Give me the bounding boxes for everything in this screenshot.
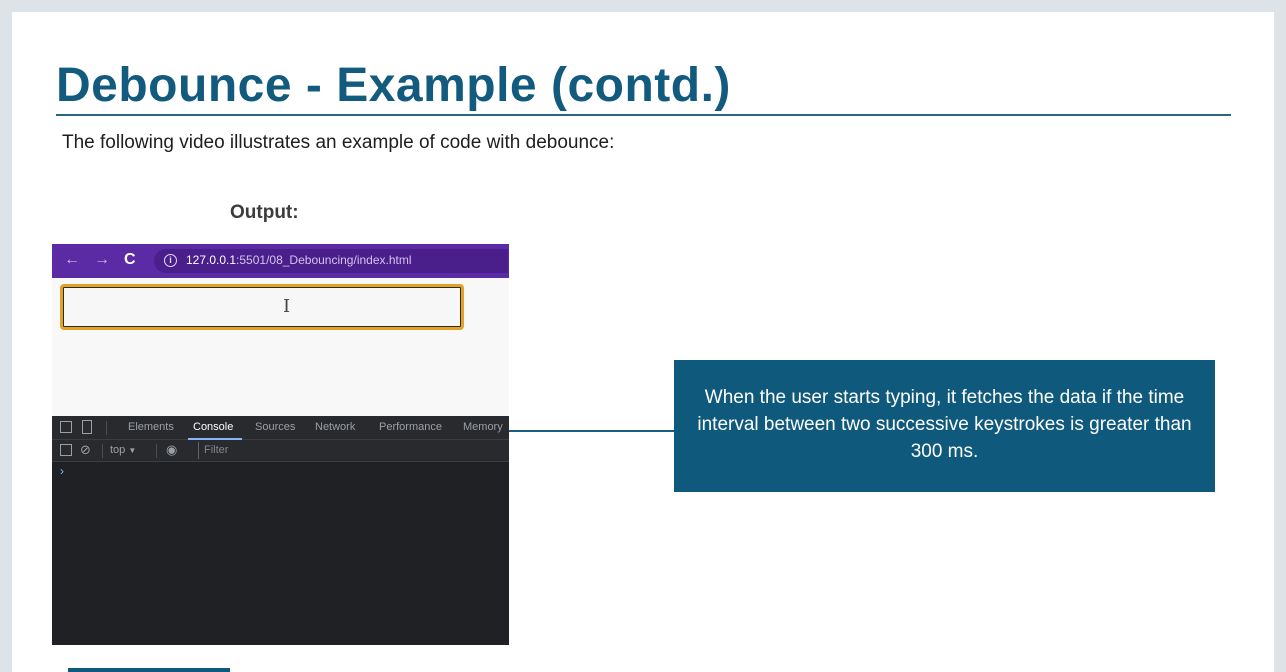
devtools-tabbar: Elements Console Sources Network Perform… [52,416,509,440]
eye-icon[interactable]: ◉ [166,442,177,458]
inspect-element-icon[interactable] [60,421,72,433]
chevron-down-icon: ▼ [128,446,137,455]
slide-title: Debounce - Example (contd.) [56,59,731,112]
callout-box: When the user starts typing, it fetches … [674,360,1215,492]
video-player[interactable]: ← → C i 127.0.0.1:5501/08_Debouncing/ind… [52,244,509,645]
info-icon[interactable]: i [164,254,177,267]
text-cursor-icon: I [283,296,291,317]
context-selector[interactable]: top ▼ [110,444,136,456]
tab-memory[interactable]: Memory [463,421,503,433]
arrow-right-icon[interactable]: → [94,250,110,270]
output-label: Output: [230,202,299,223]
tab-console[interactable]: Console [193,421,233,433]
page-content: I [52,278,509,416]
intro-text: The following video illustrates an examp… [62,132,615,153]
context-value: top [110,444,126,456]
console-toolbar: ⊘ top ▼ ◉ Filter [52,440,509,462]
toolbar-divider [102,444,103,458]
device-toolbar-icon[interactable] [82,420,92,434]
toolbar-divider [156,444,157,458]
reload-icon[interactable]: C [124,250,136,270]
address-bar[interactable]: i 127.0.0.1:5501/08_Debouncing/index.htm… [154,249,508,273]
clear-console-icon[interactable]: ⊘ [80,442,91,458]
filter-input[interactable]: Filter [198,442,509,459]
callout-connector [509,430,674,432]
tab-sources[interactable]: Sources [255,421,295,433]
toolbar-divider [106,421,107,435]
console-prompt: › [60,464,64,478]
url-text: 127.0.0.1:5501/08_Debouncing/index.html [186,253,412,267]
console-output[interactable]: › [52,462,509,645]
tab-performance[interactable]: Performance [379,421,442,433]
browser-toolbar: ← → C i 127.0.0.1:5501/08_Debouncing/ind… [52,244,509,278]
arrow-left-icon[interactable]: ← [64,250,80,270]
slide: Debounce - Example (contd.) The followin… [12,12,1274,672]
tab-network[interactable]: Network [315,421,355,433]
tab-elements[interactable]: Elements [128,421,174,433]
url-host: 127.0.0.1 [186,253,237,267]
search-input[interactable]: I [60,284,464,330]
bottom-accent [68,668,230,672]
title-divider [56,114,1231,116]
url-path: :5501/08_Debouncing/index.html [236,253,412,267]
sidebar-toggle-icon[interactable] [60,444,72,456]
